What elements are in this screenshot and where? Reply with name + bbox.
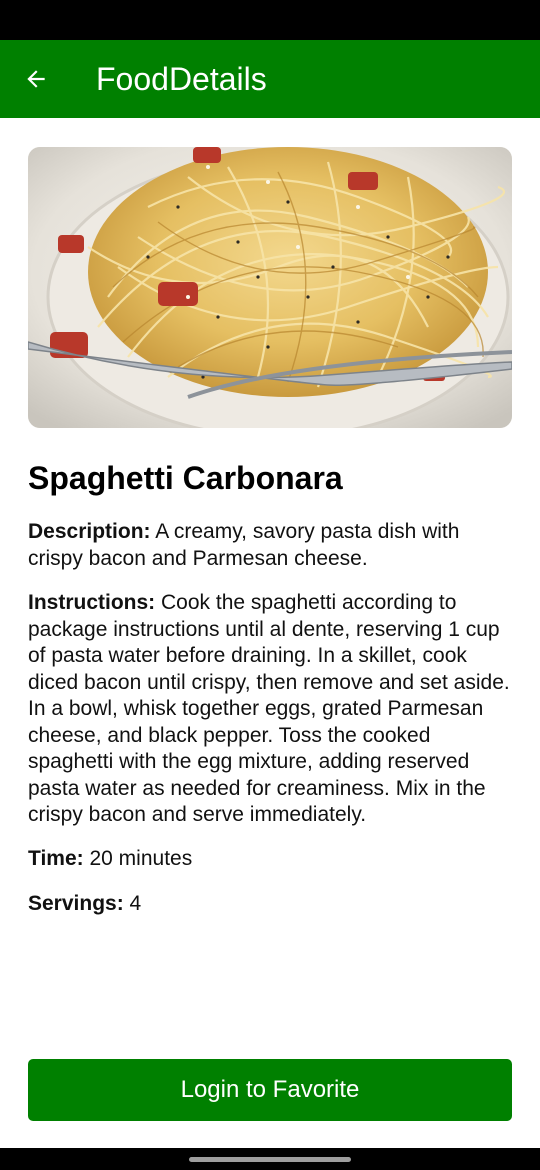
login-to-favorite-button[interactable]: Login to Favorite [28, 1059, 512, 1121]
time-text: Time: 20 minutes [28, 846, 512, 873]
servings-value: 4 [129, 892, 142, 915]
food-image [28, 147, 512, 428]
instructions-label: Instructions: [28, 591, 156, 614]
time-label: Time: [28, 847, 84, 870]
time-value: 20 minutes [89, 847, 193, 870]
app-bar: FoodDetails [0, 40, 540, 118]
app-bar-title: FoodDetails [96, 61, 267, 97]
instructions-text: Instructions: Cook the spaghetti accordi… [28, 590, 512, 829]
home-indicator[interactable] [189, 1157, 351, 1162]
description-label: Description: [28, 520, 151, 543]
description-text: Description: A creamy, savory pasta dish… [28, 519, 512, 572]
servings-label: Servings: [28, 892, 124, 915]
food-title: Spaghetti Carbonara [28, 460, 343, 496]
arrow-left-icon [27, 70, 45, 88]
system-nav-bar [0, 1148, 540, 1170]
status-bar [0, 0, 540, 40]
servings-text: Servings: 4 [28, 891, 512, 918]
instructions-value: Cook the spaghetti according to package … [28, 591, 510, 826]
back-button[interactable] [18, 61, 54, 97]
